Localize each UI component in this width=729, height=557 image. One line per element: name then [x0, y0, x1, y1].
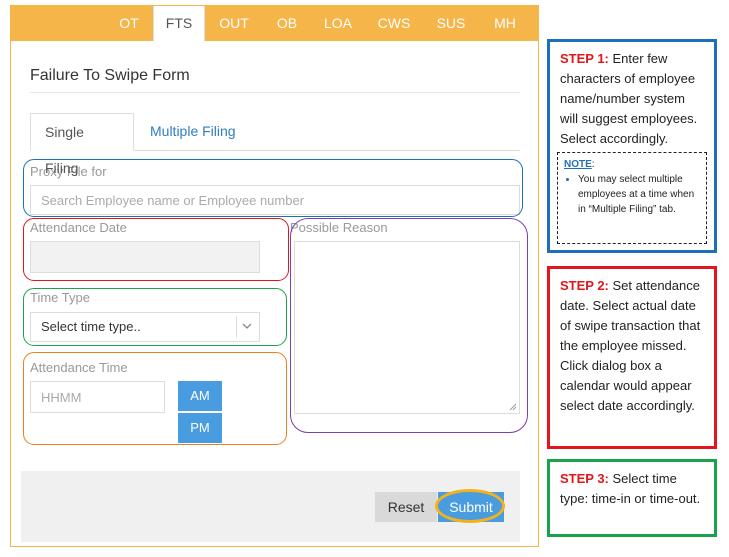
- tab-ob[interactable]: OB: [271, 6, 303, 41]
- tab-fts[interactable]: FTS: [153, 6, 205, 41]
- tab-mh[interactable]: MH: [487, 6, 523, 41]
- time-type-label: Time Type: [30, 290, 90, 305]
- step3-label: STEP 3:: [560, 471, 609, 486]
- tab-cws[interactable]: CWS: [373, 6, 415, 41]
- title-divider: [30, 92, 520, 93]
- reset-button[interactable]: Reset: [375, 492, 437, 522]
- step1-label: STEP 1:: [560, 51, 609, 66]
- step2-label: STEP 2:: [560, 278, 609, 293]
- submit-button[interactable]: Submit: [438, 492, 504, 522]
- attendance-date-field[interactable]: [30, 241, 260, 273]
- am-button[interactable]: AM: [178, 381, 222, 411]
- tab-single-filing[interactable]: Single Filing: [30, 113, 134, 176]
- attendance-time-input[interactable]: [30, 381, 165, 413]
- pm-button[interactable]: PM: [178, 413, 222, 443]
- form-title: Failure To Swipe Form: [30, 67, 190, 84]
- employee-search-input[interactable]: [30, 185, 520, 215]
- attendance-date-label: Attendance Date: [30, 220, 127, 235]
- step1-note: NOTE: You may select multiple employees …: [557, 152, 707, 244]
- note-text: You may select multiple employees at a t…: [578, 172, 700, 217]
- resize-grip-icon[interactable]: [509, 403, 517, 411]
- tab-loa[interactable]: LOA: [319, 6, 357, 41]
- step3-callout: STEP 3: Select time type: time-in or tim…: [547, 459, 717, 537]
- step2-callout: STEP 2: Set attendance date. Select actu…: [547, 266, 717, 449]
- fts-form-panel: OT FTS OUT OB LOA CWS SUS MH Failure To …: [10, 5, 539, 547]
- possible-reason-textarea[interactable]: [294, 241, 520, 414]
- tab-ot[interactable]: OT: [111, 6, 147, 41]
- time-type-select[interactable]: Select time type..: [30, 312, 260, 342]
- step2-text: Set attendance date. Select actual date …: [560, 278, 701, 413]
- tab-multiple-filing[interactable]: Multiple Filing: [136, 113, 250, 151]
- time-type-selected: Select time type..: [41, 319, 141, 334]
- select-divider: [236, 316, 237, 338]
- attendance-time-label: Attendance Time: [30, 360, 128, 375]
- step1-callout: STEP 1: Enter few characters of employee…: [547, 39, 717, 253]
- possible-reason-label: Possible Reason: [290, 220, 388, 235]
- note-title: NOTE: [564, 159, 592, 170]
- tab-out[interactable]: OUT: [213, 6, 255, 41]
- tab-sus[interactable]: SUS: [431, 6, 471, 41]
- chevron-down-icon: [242, 323, 252, 329]
